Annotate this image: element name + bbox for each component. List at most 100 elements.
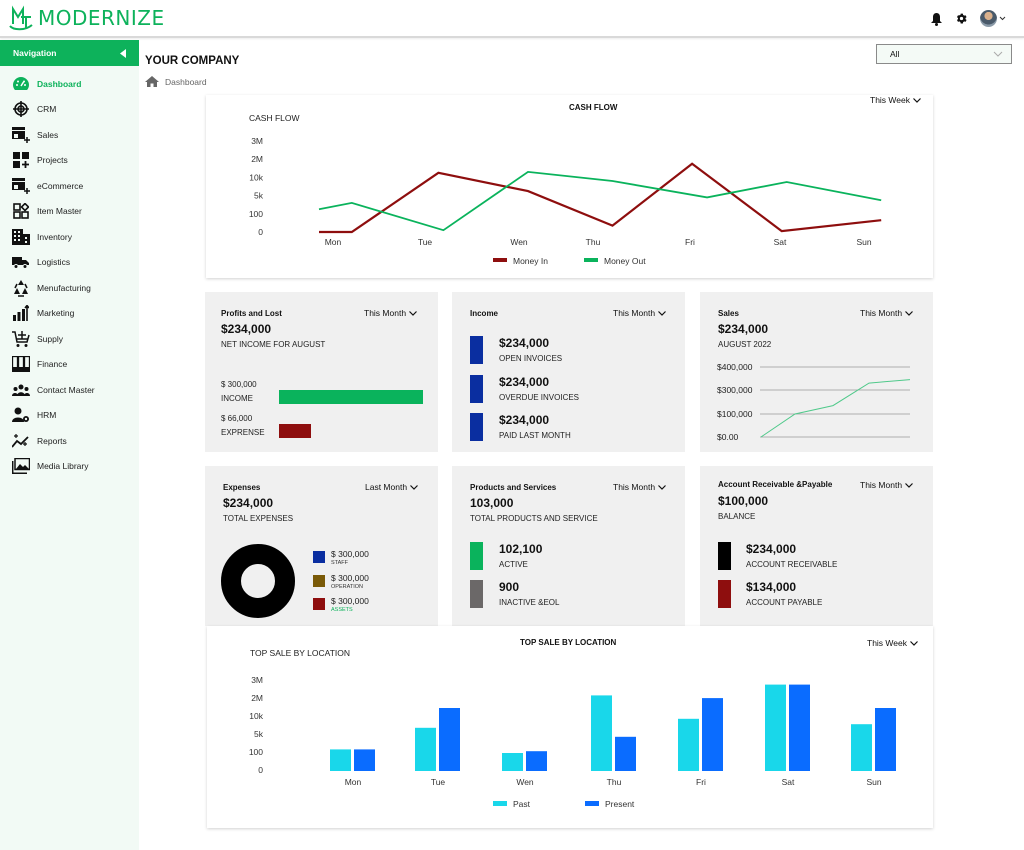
account-color-bar [718,542,731,570]
y-tick-label: 5k [254,729,264,739]
legend-label: Past [513,799,531,809]
accounts-card: Account Receivable &Payable This Month $… [700,466,933,626]
chevron-down-icon [409,310,417,316]
avatar[interactable] [980,10,997,27]
y-axis-title: TOP SALE BY LOCATION [250,648,350,658]
products-period-dropdown[interactable]: This Month [613,482,666,492]
recycle-icon [12,279,30,297]
income-title: Income [470,309,499,318]
sidebar-item-menufacturing[interactable]: Menufacturing [0,275,139,301]
expense-legend-amount: $ 300,000 [331,572,369,583]
profit-loss-amount: $234,000 [221,322,272,336]
bar-past-fri [678,718,699,771]
products-title: Products and Services [470,483,557,492]
grid-add-icon [12,152,30,169]
x-tick-label: Sun [866,777,881,787]
sidebar-item-label: Inventory [37,231,72,242]
expense-bar [279,424,311,438]
sidebar-item-reports[interactable]: Reports [0,428,139,454]
sidebar-item-crm[interactable]: CRM [0,97,139,123]
sidebar-item-inventory[interactable]: Inventory [0,224,139,250]
company-filter-select[interactable]: All [876,44,1012,64]
top-bar: MODERNIZE [0,0,1024,38]
sidebar-item-item-master[interactable]: Item Master [0,199,139,225]
x-tick-label: Sat [774,237,787,247]
profit-loss-period-dropdown[interactable]: This Month [364,308,417,318]
sidebar-item-label: Media Library [37,461,89,472]
y-tick-label: 10k [249,711,263,721]
logo[interactable]: MODERNIZE [7,4,165,32]
sidebar-item-dashboard[interactable]: Dashboard [0,71,139,97]
bar-present-sat [789,684,810,771]
product-item-amount: 102,100 [499,542,543,556]
sidebar-item-contact-master[interactable]: Contact Master [0,377,139,403]
bar-chart-up-icon [12,305,30,322]
account-item-label: ACCOUNT PAYABLE [746,598,823,607]
bell-icon[interactable] [930,12,943,26]
bar-past-sat [765,684,786,771]
sidebar-item-hrm[interactable]: HRM [0,403,139,429]
breadcrumb-dashboard[interactable]: Dashboard [165,77,207,87]
sidebar-item-media-library[interactable]: Media Library [0,454,139,480]
user-gear-icon [12,407,30,423]
profit-loss-caption: NET INCOME FOR AUGUST [221,340,326,349]
sidebar-item-sales[interactable]: Sales [0,122,139,148]
income-period-dropdown[interactable]: This Month [613,308,666,318]
sidebar-item-logistics[interactable]: Logistics [0,250,139,276]
cash-flow-chart: CASH FLOW 0 100 5k 10k 2M 3M Mon Tue Wen Thu Fri Sat… [249,113,882,266]
accounts-period-dropdown[interactable]: This Month [860,480,913,490]
legend-label: Present [605,799,635,809]
store-add-icon [12,177,30,194]
y-tick-label: 10k [249,172,263,182]
legend-label: Money Out [604,256,646,266]
expenses-title: Expenses [223,483,261,492]
products-amount: 103,000 [470,496,514,510]
sidebar-item-finance[interactable]: Finance [0,352,139,378]
y-tick-label: 0 [258,765,263,775]
sidebar-item-label: Logistics [37,257,71,268]
expenses-card: Expenses Last Month $234,000 TOTAL EXPEN… [205,466,438,626]
user-menu[interactable] [980,10,1006,27]
sidebar-item-projects[interactable]: Projects [0,148,139,174]
expense-legend-amount: $ 300,000 [331,549,369,559]
truck-icon [12,254,30,270]
product-color-bar [470,580,483,608]
y-tick-label: 2M [251,154,263,164]
income-item-amount: $234,000 [499,336,550,350]
sidebar: Navigation Dashboard CRM Sales Projects eCom… [0,40,139,850]
products-caption: TOTAL PRODUCTS AND SERVICE [470,514,598,523]
y-tick-label: 2M [251,693,263,703]
y-tick-label: $400,000 [717,362,753,372]
x-tick-label: Thu [607,777,622,787]
legend-swatch [584,258,598,262]
home-icon[interactable] [145,76,159,87]
expenses-period-dropdown[interactable]: Last Month [365,482,418,492]
account-color-bar [718,580,731,608]
bar-present-tue [439,708,460,771]
sidebar-item-supply[interactable]: Supply [0,326,139,352]
period-label: Last Month [365,482,408,492]
sidebar-item-label: Sales [37,129,59,140]
collapse-sidebar-icon[interactable] [120,48,126,58]
sidebar-item-label: Menufacturing [37,282,91,293]
x-tick-label: Tue [431,777,446,787]
expense-legend-swatch [313,598,325,610]
accounts-title: Account Receivable &Payable [718,480,833,489]
sidebar-item-marketing[interactable]: Marketing [0,301,139,327]
sales-chart: $0.00 $100,000 $300,000 $400,000 [717,362,911,442]
chevron-down-icon [993,51,1003,57]
products-card: Products and Services This Month 103,000… [452,466,685,626]
logo-text: MODERNIZE [38,6,165,30]
x-tick-label: Mon [325,237,342,247]
gear-icon[interactable] [955,12,968,25]
group-icon [12,382,30,398]
y-tick-label: 0 [258,227,263,237]
income-item-label: OVERDUE INVOICES [499,392,580,402]
bar-past-wen [502,753,523,771]
chevron-down-icon [905,482,913,488]
bar-present-mon [354,749,375,771]
sidebar-item-ecommerce[interactable]: eCommerce [0,173,139,199]
legend-swatch [585,801,599,806]
account-item-label: ACCOUNT RECEIVABLE [746,560,838,569]
x-tick-label: Thu [586,237,601,247]
